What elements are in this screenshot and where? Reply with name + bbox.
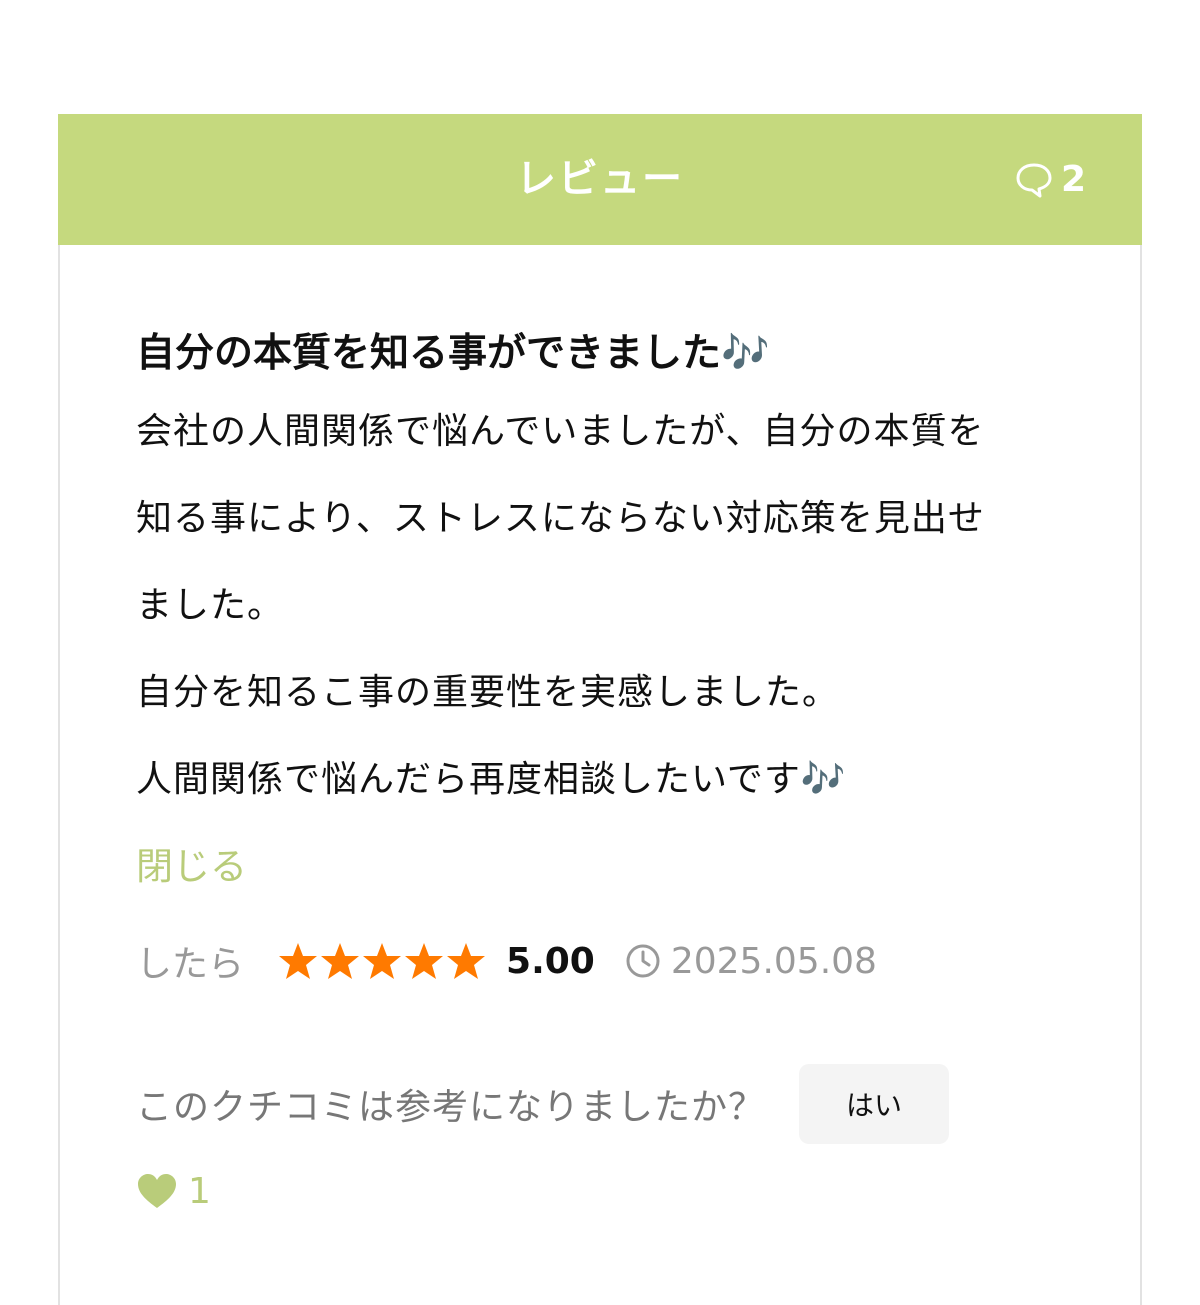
review-header: レビュー 2 [58,114,1142,245]
review-panel: レビュー 2 自分の本質を知る事ができました🎶 会社の人間関係で悩んでいましたが… [58,114,1142,1305]
review-title: 自分の本質を知る事ができました🎶 [136,331,770,376]
review-content: 自分の本質を知る事ができました🎶 会社の人間関係で悩んでいましたが、自分の本質を… [136,324,1096,1221]
review-body: 会社の人間関係で悩んでいましたが、自分の本質を 知る事により、ストレスにならない… [136,388,1096,823]
review-body-line: 人間関係で悩んだら再度相談したいです🎶 [136,759,847,800]
star-icon [405,943,444,979]
review-body-line: 知る事により、ストレスにならない対応策を見出せ [136,498,985,539]
comment-count-value: 2 [1060,159,1086,200]
header-title: レビュー [516,156,684,202]
review-date: 2025.05.08 [670,940,877,982]
helpful-question: このクチコミは参考になりましたか？ [136,1087,766,1128]
comment-icon [1015,162,1053,198]
heart-icon [136,1172,178,1210]
like-counter: 1 [136,1161,1096,1221]
clock-icon [625,943,671,979]
comment-count[interactable]: 2 [1015,114,1086,245]
review-body-line: ました。 [136,585,285,626]
like-count: 1 [188,1170,211,1212]
close-link[interactable]: 閉じる [136,837,247,897]
helpful-row: このクチコミは参考になりましたか？ はい [136,1063,1096,1145]
star-icon [321,943,360,979]
star-icon [279,943,318,979]
review-body-line: 自分を知るこ事の重要性を実感しました。 [136,672,840,713]
star-icon [447,943,486,979]
helpful-yes-button[interactable]: はい [799,1064,950,1144]
star-rating [278,942,486,980]
author-name: したら [136,944,245,985]
star-icon [363,943,402,979]
review-body-line: 会社の人間関係で悩んでいましたが、自分の本質を [136,411,985,452]
review-meta: したら 5.00 2025.05.08 [136,931,1096,991]
rating-score: 5.00 [506,940,595,982]
